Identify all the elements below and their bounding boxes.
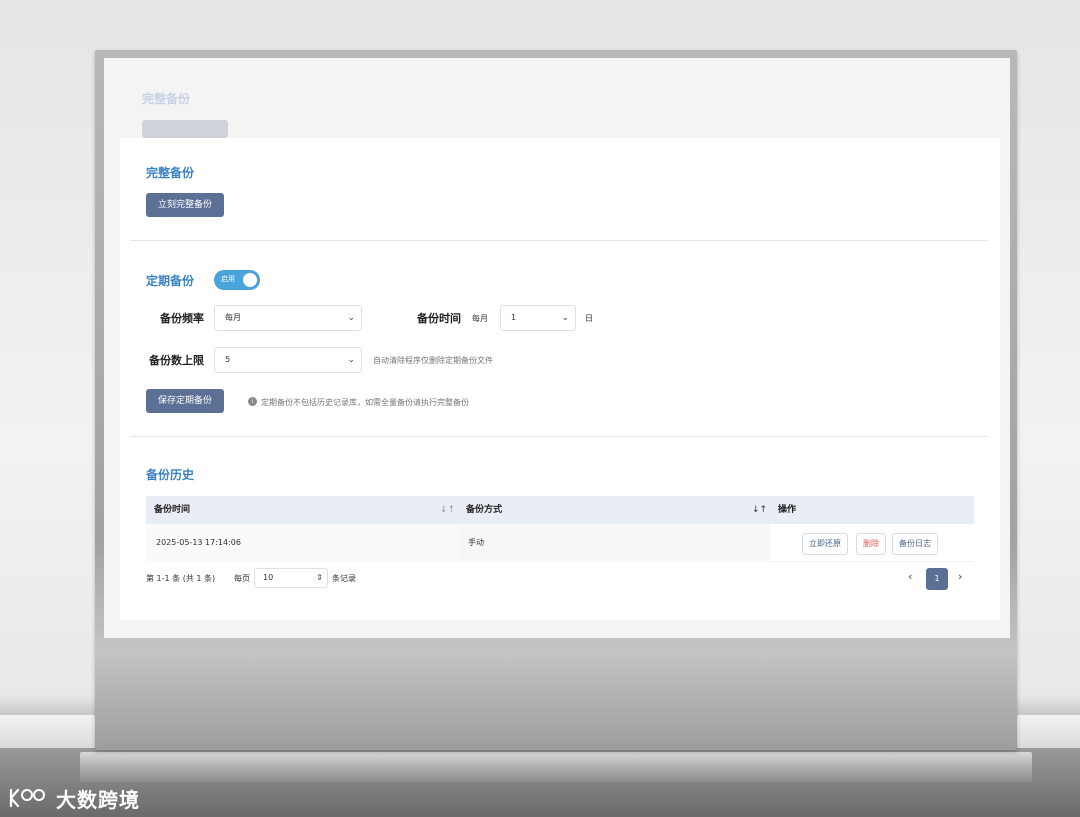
limit-label: 备份数上限 — [149, 354, 204, 367]
display-base — [80, 752, 1032, 782]
full-backup-button[interactable]: 立刻完整备份 — [146, 193, 225, 217]
brand-logo-icon — [9, 788, 45, 808]
column-header-method[interactable]: 备份方式 — [466, 496, 502, 524]
chevron-left-icon[interactable]: ‹ — [908, 570, 912, 583]
frequency-label: 备份频率 — [160, 312, 204, 325]
chevron-down-icon: ⌄ — [347, 313, 355, 323]
per-page-suffix: 条记录 — [332, 574, 356, 583]
column-header-time[interactable]: 备份时间 — [154, 496, 190, 524]
per-page-select[interactable]: 10 ⇕ — [254, 568, 328, 588]
watermark-text: 大数跨境 — [56, 787, 140, 812]
chevron-right-icon[interactable]: › — [958, 570, 962, 583]
limit-select[interactable]: 5 ⌄ — [214, 347, 362, 373]
per-page-label: 每页 — [234, 574, 250, 583]
time-suffix: 日 — [585, 314, 593, 323]
save-schedule-button[interactable]: 保存定期备份 — [146, 389, 225, 413]
backup-settings-card: 完整备份 立刻完整备份 定期备份 启用 备份频率 每月 ⌄ 备份时间 每月 1 … — [120, 138, 1000, 620]
per-page-value: 10 — [263, 573, 274, 582]
toggle-label: 启用 — [221, 275, 235, 283]
backup-log-button[interactable]: 备份日志 — [892, 533, 938, 555]
frequency-select[interactable]: 每月 ⌄ — [214, 305, 362, 331]
table-row: 2025-05-13 17:14:06 手动 立即还原 删除 备份日志 — [146, 524, 974, 562]
sort-icon[interactable]: ↓↑ — [440, 496, 455, 524]
chevron-down-icon: ⌄ — [561, 313, 569, 323]
scheduled-backup-title: 定期备份 — [146, 274, 195, 288]
section-divider — [130, 240, 988, 241]
limit-value: 5 — [225, 355, 231, 364]
ghost-section-title: 完整备份 — [142, 92, 191, 106]
app-screen: 完整备份 完整备份 立刻完整备份 定期备份 启用 备份频率 每月 ⌄ 备份时间 … — [104, 58, 1010, 638]
sort-icon[interactable]: ↓↑ — [752, 496, 767, 524]
page-number-button[interactable]: 1 — [926, 568, 948, 590]
ghost-button — [142, 120, 228, 138]
backup-time-cell: 2025-05-13 17:14:06 — [156, 538, 241, 547]
pager-summary: 第 1-1 条 (共 1 条) — [146, 574, 216, 583]
chevron-down-icon: ⌄ — [347, 355, 355, 365]
section-divider — [130, 436, 988, 437]
limit-hint: 自动清除程序仅删除定期备份文件 — [373, 356, 493, 365]
history-title: 备份历史 — [146, 468, 195, 482]
info-icon: i — [248, 397, 257, 406]
day-select[interactable]: 1 ⌄ — [500, 305, 576, 331]
time-prefix: 每月 — [472, 314, 488, 323]
day-value: 1 — [511, 313, 517, 322]
toggle-knob — [243, 273, 257, 287]
watermark: 大数跨境 — [8, 785, 140, 812]
up-down-icon: ⇕ — [316, 573, 323, 582]
frequency-value: 每月 — [225, 313, 241, 322]
backup-method-cell: 手动 — [468, 538, 484, 547]
delete-button[interactable]: 删除 — [856, 533, 886, 555]
column-header-actions: 操作 — [778, 505, 797, 515]
time-label: 备份时间 — [417, 312, 461, 325]
restore-button[interactable]: 立即还原 — [802, 533, 848, 555]
full-backup-title: 完整备份 — [146, 166, 195, 180]
history-table: 备份时间 ↓↑ 备份方式 ↓↑ 操作 2025-05-13 17:14:06 手… — [146, 496, 974, 562]
scheduled-backup-toggle[interactable]: 启用 — [214, 270, 260, 290]
save-hint: 定期备份不包括历史记录库，如需全量备份请执行完整备份 — [261, 398, 469, 407]
cell-bg — [458, 524, 770, 562]
table-header: 备份时间 ↓↑ 备份方式 ↓↑ 操作 — [146, 496, 974, 524]
